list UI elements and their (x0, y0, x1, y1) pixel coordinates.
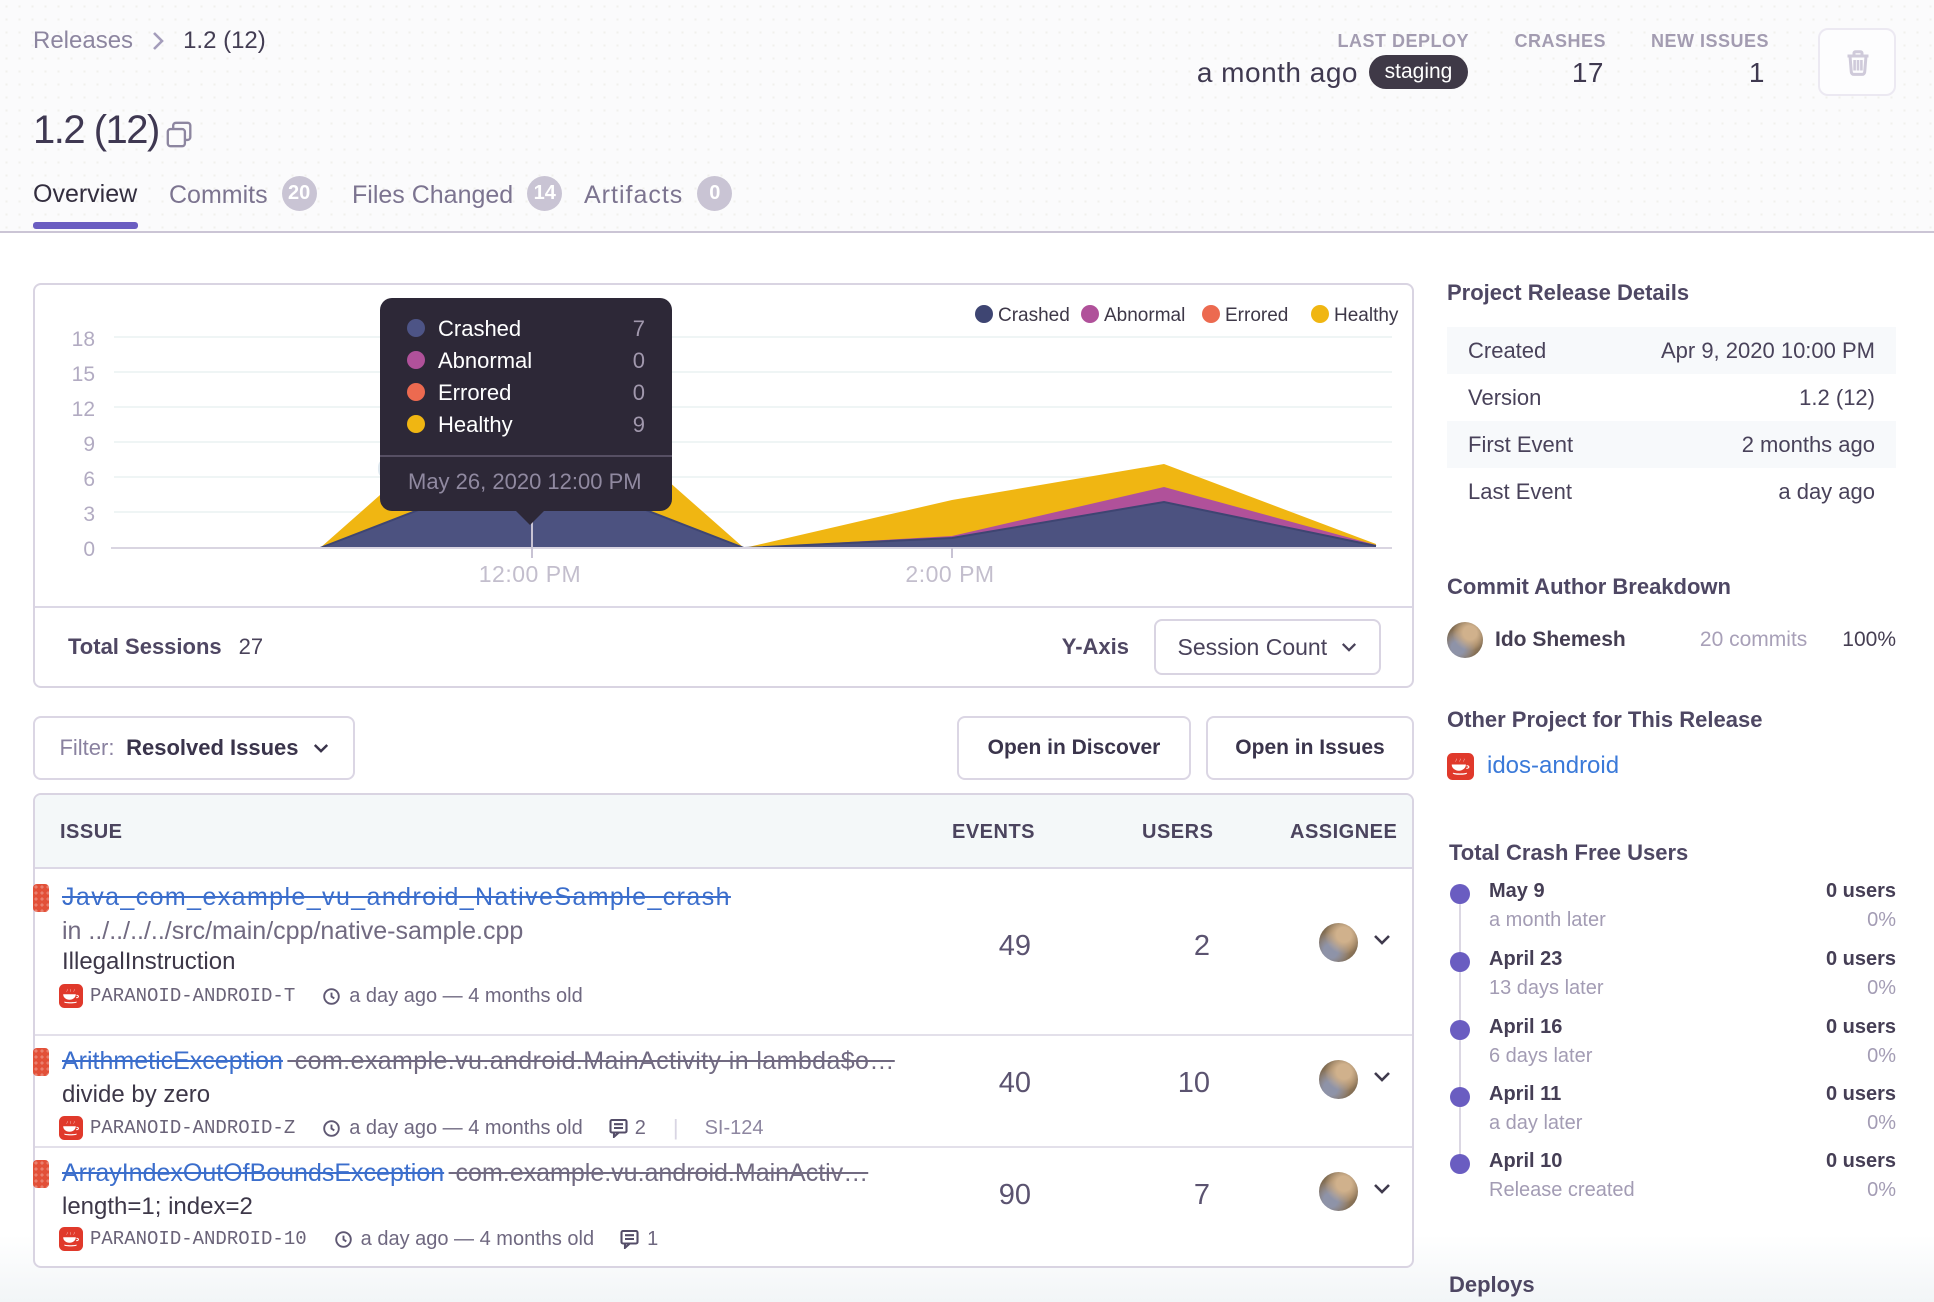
svg-text:6: 6 (83, 468, 95, 491)
svg-text:2:00 PM: 2:00 PM (905, 561, 994, 587)
svg-text:Healthy: Healthy (438, 412, 513, 437)
svg-text:7: 7 (633, 316, 645, 341)
svg-text:Abnormal: Abnormal (438, 348, 532, 373)
svg-text:12: 12 (72, 398, 95, 421)
svg-text:Errored: Errored (438, 380, 511, 405)
svg-text:3: 3 (83, 503, 95, 526)
svg-text:May 26, 2020 12:00 PM: May 26, 2020 12:00 PM (408, 469, 642, 494)
svg-text:15: 15 (72, 363, 95, 386)
svg-text:12:00 PM: 12:00 PM (479, 561, 581, 587)
svg-text:0: 0 (83, 538, 95, 561)
svg-text:18: 18 (72, 328, 95, 351)
svg-text:Errored: Errored (1225, 305, 1288, 326)
svg-text:Abnormal: Abnormal (1104, 305, 1185, 326)
svg-text:9: 9 (633, 412, 645, 437)
svg-text:0: 0 (633, 348, 645, 373)
svg-text:Healthy: Healthy (1334, 305, 1399, 326)
svg-text:0: 0 (633, 380, 645, 405)
svg-text:Crashed: Crashed (998, 305, 1070, 326)
svg-text:9: 9 (83, 433, 95, 456)
svg-text:Crashed: Crashed (438, 316, 521, 341)
